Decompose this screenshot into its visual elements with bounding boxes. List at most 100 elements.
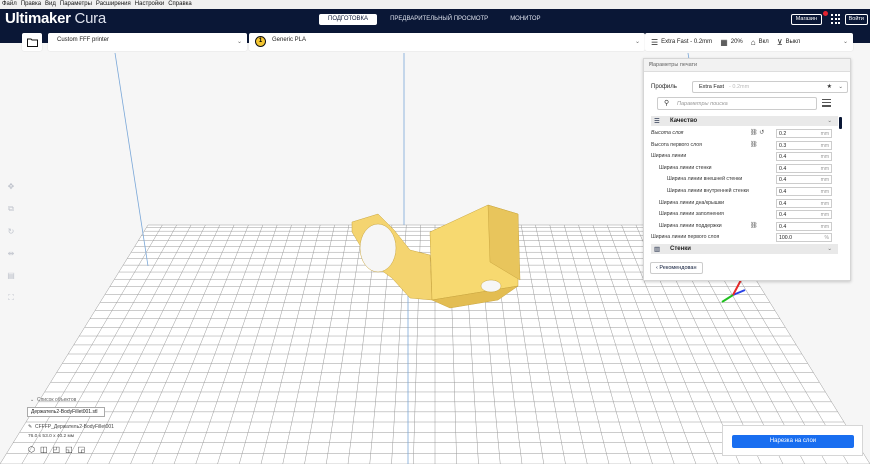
setting-value-input[interactable]: 0.4 mm xyxy=(776,198,832,208)
setting-value: 0.4 xyxy=(779,223,787,230)
object-list-header: Список объектов xyxy=(36,397,77,403)
slice-button[interactable]: Нарезка на слои xyxy=(732,435,854,448)
setting-row: Ширина линии внутренней стенки 0.4 mm xyxy=(651,186,838,198)
left-toolbar: ✥ ⧉ ↻ ⇹ ▤ ⛶ xyxy=(5,182,17,316)
per-model-settings-icon[interactable]: ▤ xyxy=(5,271,17,280)
folder-icon xyxy=(26,38,38,47)
slice-panel: Нарезка на слои xyxy=(722,425,863,456)
setting-value: 0.4 xyxy=(779,154,787,161)
view-orientation-buttons: ⬡ ◫ ◰ ◱ ◲ xyxy=(28,445,90,454)
setting-unit: mm xyxy=(820,223,829,230)
recommended-label: Рекомендован xyxy=(659,265,697,271)
setting-state-icons[interactable]: ⛓ xyxy=(750,222,758,229)
print-settings-selector[interactable]: ☰ Extra Fast - 0.2mm ▦ 20% ⌂ Вкл ⊻ Выкл ⌄ xyxy=(645,33,853,51)
view-right-icon[interactable]: ◲ xyxy=(78,445,86,454)
tab-preview[interactable]: ПРЕДВАРИТЕЛЬНЫЙ ПРОСМОТР xyxy=(381,14,497,25)
mirror-icon[interactable]: ⇹ xyxy=(5,249,17,258)
setting-value: 0.4 xyxy=(779,188,787,195)
material-selector[interactable]: 1 Generic PLA ⌄ xyxy=(249,33,645,51)
adhesion-text: Выкл xyxy=(785,39,801,45)
setting-row: Ширина линии первого слоя 100.0% xyxy=(651,232,838,244)
menu-help[interactable]: Справка xyxy=(168,0,192,9)
star-icon[interactable]: ★ xyxy=(827,83,832,90)
view-top-icon[interactable]: ◰ xyxy=(53,445,61,454)
printer-selector[interactable]: Custom FFF printer ⌄ xyxy=(48,33,247,51)
setting-row: Ширина линии стенки 0.4 mm xyxy=(651,163,838,175)
settings-visibility-menu-icon[interactable] xyxy=(822,99,831,109)
setting-label: Высота первого слоя xyxy=(651,141,702,148)
chevron-down-icon: ⌄ xyxy=(838,84,843,90)
support-blocker-icon[interactable]: ⛶ xyxy=(5,293,17,303)
setting-value-input[interactable]: 100.0% xyxy=(776,233,832,243)
close-icon[interactable]: × xyxy=(649,62,845,68)
chevron-down-icon: ⌄ xyxy=(236,39,242,45)
setting-unit: mm xyxy=(820,188,829,195)
profile-dropdown[interactable]: Extra Fast - 0.2mm ★ ⌄ xyxy=(692,81,848,93)
sliders-icon: ☰ xyxy=(651,37,659,47)
setting-unit: mm xyxy=(820,165,829,172)
setting-label: Ширина линии дна/крышки xyxy=(659,199,725,206)
category-quality[interactable]: ☰ Качество ⌄ xyxy=(651,116,838,126)
view-3d-icon[interactable]: ⬡ xyxy=(28,445,35,454)
object-list-toggle[interactable]: ⌄ Список объектов xyxy=(30,397,76,403)
menu-settings[interactable]: Параметры xyxy=(60,0,92,9)
profile-label: Профиль xyxy=(651,84,677,90)
profile-indicator: ☰ Extra Fast - 0.2mm xyxy=(651,38,712,47)
chevron-down-icon: ⌄ xyxy=(827,245,832,252)
panel-header: Параметры печати × xyxy=(644,59,850,72)
app-header: Ultimaker Cura ПОДГОТОВКА ПРЕДВАРИТЕЛЬНЫ… xyxy=(0,9,870,31)
menu-preferences[interactable]: Настройки xyxy=(135,0,164,9)
setting-state-icons[interactable]: ⛓ ↺ xyxy=(750,129,764,136)
search-placeholder: Параметры поиска xyxy=(677,101,728,107)
setting-unit: mm xyxy=(820,200,829,207)
adhesion-indicator: ⊻ Выкл xyxy=(777,38,800,47)
marketplace-button[interactable]: Магазин xyxy=(790,14,822,25)
setting-value-input[interactable]: 0.4 mm xyxy=(776,186,832,196)
category-walls[interactable]: ▥ Стенки ⌄ xyxy=(651,243,838,254)
setting-value-input[interactable]: 0.4 mm xyxy=(776,152,832,162)
setting-label: Ширина линии первого слоя xyxy=(651,234,720,241)
setting-value: 0.4 xyxy=(779,212,787,219)
setting-unit: mm xyxy=(820,212,829,219)
object-file-item[interactable]: Держатель2-BodyFillet001.stl xyxy=(27,407,105,417)
rotate-icon[interactable]: ↻ xyxy=(5,227,17,236)
setting-value-input[interactable]: 0.2 mm xyxy=(776,129,832,138)
setting-label: Высота слоя xyxy=(651,130,684,136)
build-volume-edge-left xyxy=(114,53,149,267)
setting-value: 0.2 xyxy=(779,131,787,137)
setting-value-input[interactable]: 0.4 mm xyxy=(776,163,832,173)
setting-row: Ширина линии поддержки ⛓ 0.4 mm xyxy=(651,221,838,233)
tab-prepare[interactable]: ПОДГОТОВКА xyxy=(319,14,378,25)
menu-file[interactable]: Файл xyxy=(2,0,17,9)
view-left-icon[interactable]: ◱ xyxy=(65,445,73,454)
settings-scrollbar[interactable] xyxy=(839,117,842,129)
app-logo: Ultimaker Cura xyxy=(5,10,106,27)
setting-value-input[interactable]: 0.4 mm xyxy=(776,210,832,220)
setting-value-input[interactable]: 0.4 mm xyxy=(776,175,832,185)
open-file-button[interactable] xyxy=(22,33,42,51)
signin-button[interactable]: Войти xyxy=(844,14,868,25)
setting-unit: mm xyxy=(820,131,829,137)
chevron-down-icon: ⌄ xyxy=(634,39,640,45)
setting-state-icons[interactable]: ⛓ xyxy=(750,141,758,148)
setting-value-input[interactable]: 0.3 mm xyxy=(776,140,832,150)
menu-edit[interactable]: Правка xyxy=(21,0,41,9)
settings-search-input[interactable]: ⚲ Параметры поиска xyxy=(657,97,817,110)
notification-dot xyxy=(823,11,828,16)
tab-monitor[interactable]: МОНИТОР xyxy=(501,14,549,25)
menu-view[interactable]: Вид xyxy=(45,0,56,9)
setting-row: Ширина линии заполнения 0.4 mm xyxy=(651,209,838,221)
setting-value-input[interactable]: 0.4 mm xyxy=(776,221,832,231)
menu-extensions[interactable]: Расширения xyxy=(96,0,131,9)
scale-icon[interactable]: ⧉ xyxy=(5,204,17,214)
move-icon[interactable]: ✥ xyxy=(5,182,17,191)
setting-row: Ширина линии 0.4 mm xyxy=(651,151,838,163)
view-front-icon[interactable]: ◫ xyxy=(40,445,48,454)
walls-icon: ▥ xyxy=(654,245,661,253)
menu-bar: Файл Правка Вид Параметры Расширения Нас… xyxy=(0,0,870,9)
job-name[interactable]: ✎ CFFFP_Держатель2-BodyFillet001 xyxy=(28,424,114,430)
recommended-button[interactable]: ‹ Рекомендован xyxy=(650,262,703,274)
apps-grid-icon[interactable] xyxy=(831,14,841,24)
support-icon: ⌂ xyxy=(750,37,756,47)
infill-text: 20% xyxy=(730,39,743,45)
